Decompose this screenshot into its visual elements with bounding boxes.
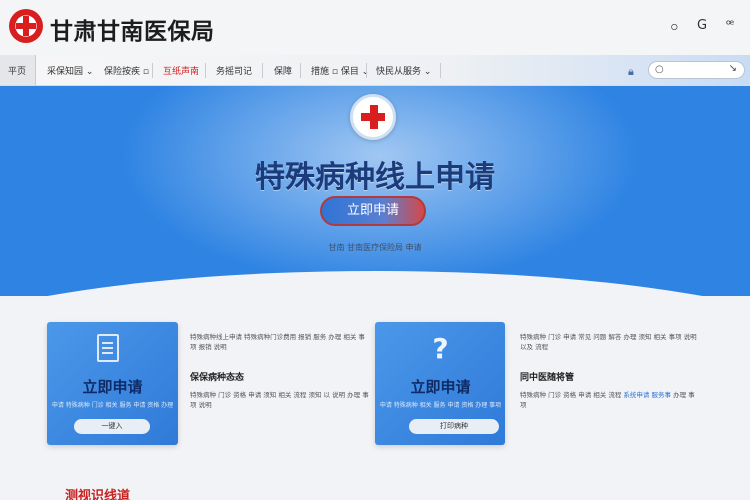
nav-item-insurance[interactable]: 保险按疾 ▫ [104,64,149,77]
info-body: 特殊病种 门诊 资格 申请 相关 流程 系统申请 服务事 办理 事项 [520,391,695,409]
hero-note: 甘南 甘南医疗保险局 申请 [328,243,422,252]
nav-item-knowledge[interactable]: 采保知园 ⌄ [47,64,93,77]
info-title[interactable]: 保保病种态态 [190,373,370,383]
hero-title: 特殊病种线上申请 [255,160,495,195]
main-nav: 平页 采保知园 ⌄ 保险按疾 ▫ 互纸声南 务摇司记 保障 措施 ▫ 保目 ⌄ … [0,55,750,86]
card-subtitle: 申请 特殊病种 门诊 相关 服务 申请 资格 办理 [51,402,174,409]
document-icon [97,334,119,362]
info-block-2: 特殊病种 门诊 申请 常见 问题 解答 办理 须知 相关 事项 说明 以及 流程… [520,332,700,420]
logo-icon[interactable] [9,9,43,43]
info-body: 特殊病种 门诊 资格 申请 须知 相关 流程 须知 以 说明 办理 事项 说明 [190,391,369,409]
nav-item-guarantee[interactable]: 保障 [274,64,292,77]
hero-banner: 特殊病种线上申请 立即申请 甘南 甘南医疗保险局 申请 [0,86,750,296]
search-icon: ○ [655,64,664,75]
nav-item-notice[interactable]: 互纸声南 [163,64,199,77]
help-icon[interactable]: ဝ [666,18,682,37]
header-toolbar: ဝ G ꟹ [666,18,738,37]
nav-item-measures[interactable]: 措施 ▫ 保目 ⌄ [311,64,369,77]
accessibility-icon[interactable]: ꟹ [722,18,738,37]
info-description: 特殊病种 门诊 申请 常见 问题 解答 办理 须知 相关 事项 说明 以及 流程 [520,333,697,351]
lock-icon[interactable]: 🔒︎ [628,65,634,79]
nav-item-public-service[interactable]: 快民从服务 ⌄ [376,64,431,77]
question-icon: ? [432,332,449,365]
card-title: 立即申请 [410,378,471,396]
feature-card-faq[interactable]: ? 立即申请 申请 特殊病种 相关 服务 申请 资格 办理 事项 打印病种 [375,322,505,445]
card-button[interactable]: 一键入 [74,419,150,434]
card-title: 立即申请 [82,378,143,396]
info-description: 特殊病种线上申请 特殊病种门诊费用 报销 服务 办理 相关 事项 报销 说明 [190,333,365,351]
top-header: 甘肃甘南医保局 ဝ G ꟹ [0,0,750,55]
nav-item-services[interactable]: 务摇司记 [216,64,252,77]
nav-item-home[interactable]: 平页 [0,55,36,85]
feature-card-apply[interactable]: 立即申请 申请 特殊病种 门诊 相关 服务 申请 资格 办理 一键入 [47,322,178,445]
section-heading: 测视识线道 [65,489,131,500]
medical-cross-icon [350,94,396,140]
apply-now-button[interactable]: 立即申请 [320,196,426,226]
search-submit-icon[interactable]: ↘ [729,63,737,74]
card-button[interactable]: 打印病种 [409,419,499,434]
info-link[interactable]: 系统申请 服务事 [623,391,671,399]
info-block-1: 特殊病种线上申请 特殊病种门诊费用 报销 服务 办理 相关 事项 报销 说明 保… [190,332,370,420]
refresh-icon[interactable]: G [694,18,710,37]
search-input[interactable]: ○ ↘ [648,61,745,79]
card-subtitle: 申请 特殊病种 相关 服务 申请 资格 办理 事项 [379,402,502,409]
site-title: 甘肃甘南医保局 [50,19,215,45]
info-title[interactable]: 同中医随将管 [520,373,700,383]
